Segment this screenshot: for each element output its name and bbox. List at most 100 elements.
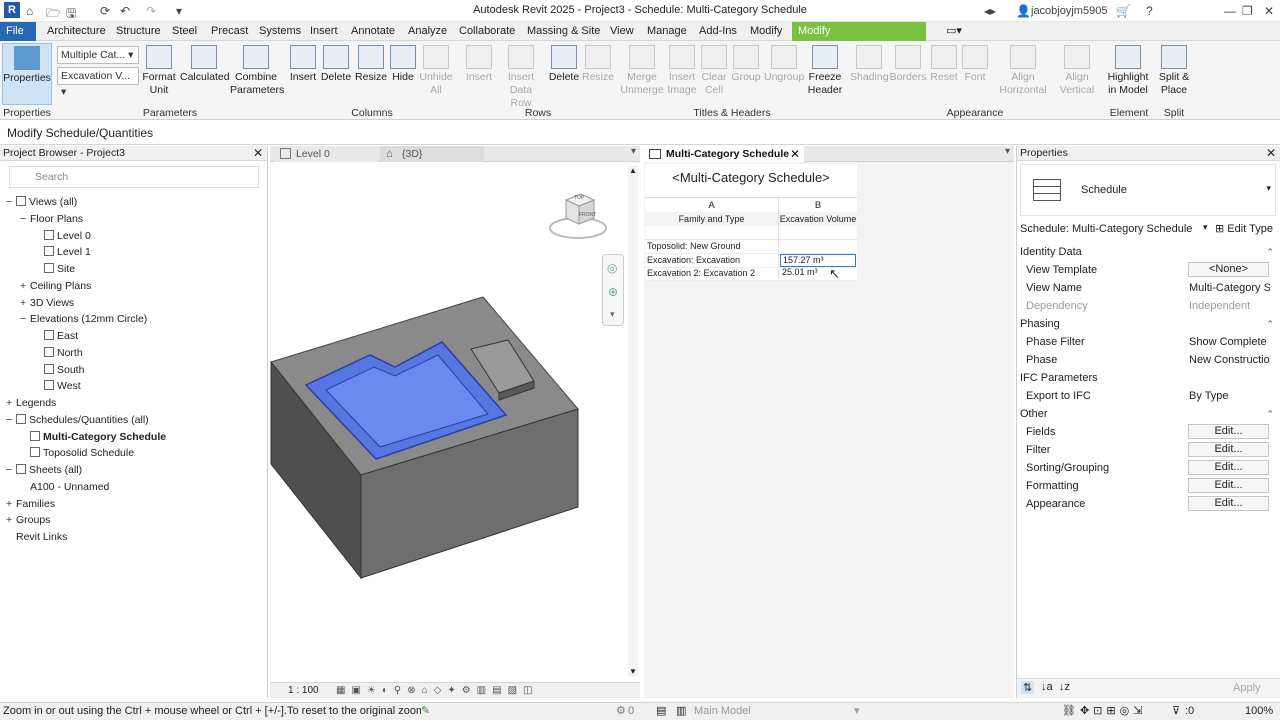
highlight-in-model-button[interactable]: Highlight in Model [1104,45,1152,97]
header-family-and-type[interactable]: Family and Type [645,214,778,224]
insert-data-row-button[interactable]: Insert Data Row [498,45,544,110]
type-selector[interactable]: Schedule ▾ [1020,164,1276,216]
tree-toggle-icon[interactable]: + [6,395,16,411]
merge-unmerge-button[interactable]: Merge Unmerge [620,45,664,97]
ungroup-button[interactable]: Ungroup [764,45,804,84]
tab-modify-schedule-quantities[interactable]: Modify Schedule/Quantities [792,22,926,56]
schedule-tab[interactable]: Multi-Category Schedule ✕ [644,146,804,162]
tab-collaborate[interactable]: Collaborate [453,22,521,41]
tree-item[interactable]: Level 0 [34,228,91,244]
export-ifc-field[interactable]: By Type [1189,387,1270,405]
format-unit-button[interactable]: Format Unit [142,45,176,97]
tab-annotate[interactable]: Annotate [345,22,401,41]
split-place-button[interactable]: Split & Place [1154,45,1194,97]
tree-toggle-icon[interactable]: + [6,512,16,528]
restore-icon[interactable]: ❐ [1242,4,1253,18]
tab-architecture[interactable]: Architecture [41,22,112,41]
zoom-level[interactable]: 100% [1245,703,1273,720]
unhide-all-button[interactable]: Unhide All [419,45,453,97]
schedule-tabs-menu-icon[interactable]: ▾ [1005,146,1010,157]
calculated-button[interactable]: Calculated [180,45,230,84]
tree-toggle-icon[interactable]: − [20,311,30,327]
cart-icon[interactable]: 🛒 [1116,4,1131,18]
tree-item[interactable]: South [34,362,84,378]
tree-item[interactable]: − Views (all) [6,194,77,210]
minimize-icon[interactable]: — [1224,4,1236,18]
zoom-region-icon[interactable]: ⊕ [608,285,618,299]
reset-button[interactable]: Reset [928,45,960,84]
tree-item[interactable]: West [34,378,81,394]
tree-item[interactable]: East [34,328,78,344]
view-control-icons[interactable]: ▦▣☀◐⚲⊗⌂◇✦⚙▥▤▧◫ [336,683,538,699]
tree-item[interactable]: + Families [6,496,55,512]
tree-toggle-icon[interactable]: + [6,496,16,512]
view-template-button[interactable]: <None> [1188,262,1269,277]
3d-view-canvas[interactable]: TOP FRONT ◎ ⊕ ▾ ▲ ▼ [270,162,640,682]
view-tabs-menu-icon[interactable]: ▾ [631,146,636,157]
design-options-icon[interactable]: ▤ [656,703,666,720]
tree-item[interactable]: + Ceiling Plans [20,278,91,294]
phase-filter-field[interactable]: Show Complete [1189,333,1270,351]
viewcube[interactable]: TOP FRONT [548,190,608,240]
clear-cell-button[interactable]: Clear Cell [700,45,728,97]
view-tab-level-0[interactable]: Level 0 [274,146,378,162]
appearance-edit-button[interactable]: Edit... [1188,496,1269,511]
steering-wheel-icon[interactable]: ◎ [607,261,617,275]
tree-toggle-icon[interactable]: − [6,194,16,210]
font-button[interactable]: Font [961,45,989,84]
tree-toggle-icon[interactable]: − [6,462,16,478]
tree-toggle-icon[interactable]: + [20,278,30,294]
insert-image-button[interactable]: Insert Image [666,45,698,97]
sort-icon[interactable]: ⇅ [1021,681,1035,694]
project-browser-search-input[interactable]: Search [9,166,259,188]
header-excavation-volume[interactable]: Excavation Volume [779,214,857,224]
sync-icon[interactable]: ⟳ [100,4,110,18]
navigation-bar[interactable]: ◎ ⊕ ▾ [602,254,624,326]
info-arrows-icon[interactable]: ◂▸ [984,4,996,18]
tab-view[interactable]: View [604,22,640,41]
scroll-down-icon[interactable]: ▼ [629,667,637,676]
schedule-title[interactable]: <Multi-Category Schedule> [645,170,857,185]
type-dropdown-icon[interactable]: ▾ [1266,183,1271,194]
filter-edit-button[interactable]: Edit... [1188,442,1269,457]
instance-selector[interactable]: Schedule: Multi-Category Schedule [1020,220,1202,238]
section-other[interactable]: Other ⌃ [1020,405,1274,423]
insert-row-button[interactable]: Insert [462,45,496,84]
schedule-cell-volume-active[interactable]: 157.27 m³ [780,253,856,267]
parameter-combo[interactable]: Multiple Cat... ▾ [57,46,139,64]
revit-app-icon[interactable]: R [4,2,20,18]
tree-item[interactable]: Revit Links [6,529,67,545]
close-icon[interactable]: ✕ [1266,146,1276,161]
view-tab-3d[interactable]: ⌂ {3D} [380,146,484,162]
schedule-cell-family-type[interactable]: Excavation 2: Excavation 2 [647,268,777,278]
user-icon[interactable]: 👤 [1016,4,1031,18]
column-letter-a[interactable]: A [645,200,778,211]
borders-button[interactable]: Borders [889,45,927,84]
collapse-icon[interactable]: ⌃ [1266,405,1274,423]
formatting-edit-button[interactable]: Edit... [1188,478,1269,493]
properties-button[interactable]: Properties [2,43,52,105]
resize-column-button[interactable]: Resize [355,45,387,84]
tree-item[interactable]: A100 - Unnamed [20,479,109,495]
apply-button[interactable]: Apply [1233,682,1261,694]
view-scrollbar[interactable]: ▲ ▼ [628,166,638,676]
undo-icon[interactable]: ↶ [120,4,130,18]
tree-toggle-icon[interactable]: − [20,211,30,227]
scroll-up-icon[interactable]: ▲ [629,166,637,175]
schedule-cell-volume[interactable]: 25.01 m³ [780,267,856,280]
insert-column-button[interactable]: Insert [288,45,318,84]
view-name-field[interactable]: Multi-Category Schedule [1189,279,1270,297]
ribbon-options-icon[interactable]: ▭▾ [940,22,968,41]
column-letter-b[interactable]: B [779,200,857,211]
hide-column-button[interactable]: Hide [390,45,416,84]
tree-item-selected[interactable]: Multi-Category Schedule [20,429,166,445]
tab-manage[interactable]: Manage [641,22,693,41]
help-icon[interactable]: ? [1146,4,1153,18]
tree-item[interactable]: − Floor Plans [20,211,83,227]
tab-systems[interactable]: Systems [253,22,307,41]
tree-item[interactable]: Toposolid Schedule [20,445,134,461]
user-name[interactable]: jacobjoyjm5905 [1031,5,1107,17]
align-vertical-button[interactable]: Align Vertical [1054,45,1100,97]
tab-file[interactable]: File [0,22,36,41]
collapse-icon[interactable]: ⌃ [1266,243,1274,261]
